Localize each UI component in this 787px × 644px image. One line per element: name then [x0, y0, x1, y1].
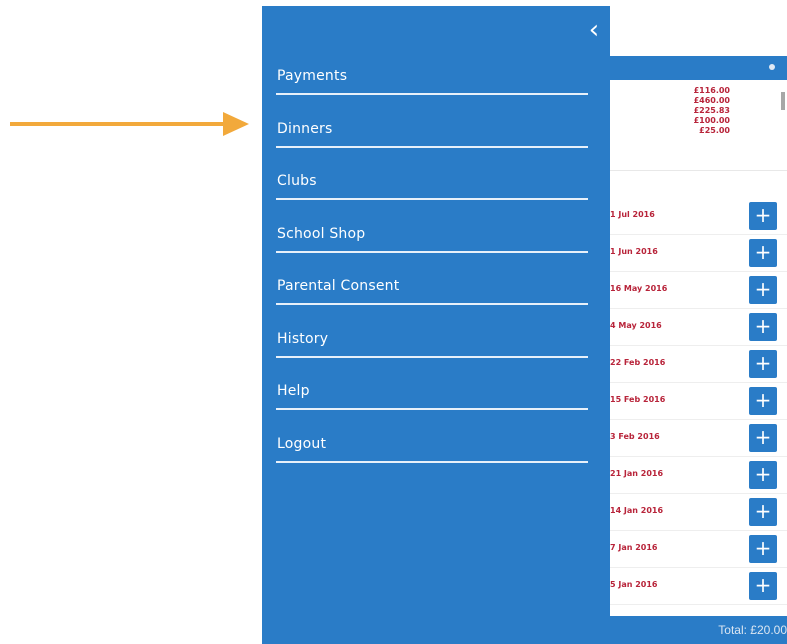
menu-item-history[interactable]: History — [276, 323, 588, 375]
add-button[interactable]: + — [749, 535, 777, 563]
arrow-shaft — [10, 122, 225, 126]
add-button[interactable]: + — [749, 350, 777, 378]
menu-item-label: History — [277, 331, 329, 347]
menu-item-label: Logout — [277, 436, 327, 452]
date-row: 1 Jun 2016 + — [610, 235, 787, 272]
add-button[interactable]: + — [749, 387, 777, 415]
section-divider — [610, 170, 787, 171]
date-row: 4 May 2016 + — [610, 309, 787, 346]
amount-value: £225.83 — [693, 106, 730, 115]
menu-item-label: Payments — [277, 68, 348, 84]
navigation-drawer: ‹ Payments Dinners Clubs School Shop Par… — [262, 6, 610, 644]
background-screen: £116.00 £460.00 £225.83 £100.00 £25.00 1… — [610, 6, 787, 644]
menu-divider — [276, 251, 588, 253]
date-row: 1 Jul 2016 + — [610, 198, 787, 235]
menu-item-clubs[interactable]: Clubs — [276, 165, 588, 217]
menu-item-school-shop[interactable]: School Shop — [276, 218, 588, 270]
date-row: 7 Jan 2016 + — [610, 531, 787, 568]
scrollbar-thumb[interactable] — [781, 92, 785, 110]
menu-divider — [276, 303, 588, 305]
menu-item-label: Clubs — [277, 173, 317, 189]
menu-item-label: School Shop — [277, 226, 366, 242]
total-footer: Total: £20.00 — [610, 616, 787, 644]
add-button[interactable]: + — [749, 572, 777, 600]
amounts-list: £116.00 £460.00 £225.83 £100.00 £25.00 — [610, 86, 730, 136]
date-label: 14 Jan 2016 — [610, 506, 664, 515]
menu-item-label: Help — [277, 383, 310, 399]
background-title-band — [610, 56, 787, 80]
background-header — [610, 6, 787, 57]
menu-divider — [276, 356, 588, 358]
amount-value: £100.00 — [693, 116, 730, 125]
date-label: 1 Jun 2016 — [610, 247, 658, 256]
menu-divider — [276, 461, 588, 463]
date-row: 15 Feb 2016 + — [610, 383, 787, 420]
date-label: 1 Jul 2016 — [610, 210, 655, 219]
add-button[interactable]: + — [749, 202, 777, 230]
date-label: 16 May 2016 — [610, 284, 668, 293]
chevron-left-icon[interactable]: ‹ — [582, 16, 606, 44]
menu-item-dinners[interactable]: Dinners — [276, 113, 588, 165]
menu-item-label: Parental Consent — [277, 278, 400, 294]
date-row: 16 May 2016 + — [610, 272, 787, 309]
date-label: 4 May 2016 — [610, 321, 662, 330]
menu-divider — [276, 93, 588, 95]
date-row: 22 Feb 2016 + — [610, 346, 787, 383]
amount-value: £116.00 — [693, 86, 730, 95]
menu-item-help[interactable]: Help — [276, 375, 588, 427]
menu-item-logout[interactable]: Logout — [276, 428, 588, 480]
add-button[interactable]: + — [749, 424, 777, 452]
date-label: 22 Feb 2016 — [610, 358, 666, 367]
add-button[interactable]: + — [749, 461, 777, 489]
date-label: 15 Feb 2016 — [610, 395, 666, 404]
pointer-arrow — [10, 112, 249, 136]
total-label: Total: £20.00 — [718, 623, 787, 637]
add-button[interactable]: + — [749, 498, 777, 526]
amount-value: £25.00 — [699, 126, 730, 135]
date-row: 14 Jan 2016 + — [610, 494, 787, 531]
date-row: 5 Jan 2016 + — [610, 568, 787, 605]
date-label: 3 Feb 2016 — [610, 432, 660, 441]
date-label: 21 Jan 2016 — [610, 469, 664, 478]
row-divider — [610, 604, 787, 605]
date-label: 7 Jan 2016 — [610, 543, 658, 552]
menu-divider — [276, 146, 588, 148]
menu-item-payments[interactable]: Payments — [276, 60, 588, 112]
menu-item-parental-consent[interactable]: Parental Consent — [276, 270, 588, 322]
dot-icon — [769, 64, 775, 70]
arrow-head-icon — [223, 112, 249, 136]
menu-divider — [276, 408, 588, 410]
add-button[interactable]: + — [749, 313, 777, 341]
add-button[interactable]: + — [749, 239, 777, 267]
date-row: 3 Feb 2016 + — [610, 420, 787, 457]
menu-item-label: Dinners — [277, 121, 333, 137]
menu-divider — [276, 198, 588, 200]
date-row: 21 Jan 2016 + — [610, 457, 787, 494]
add-button[interactable]: + — [749, 276, 777, 304]
amount-value: £460.00 — [693, 96, 730, 105]
app-window: £116.00 £460.00 £225.83 £100.00 £25.00 1… — [262, 6, 787, 644]
date-label: 5 Jan 2016 — [610, 580, 658, 589]
